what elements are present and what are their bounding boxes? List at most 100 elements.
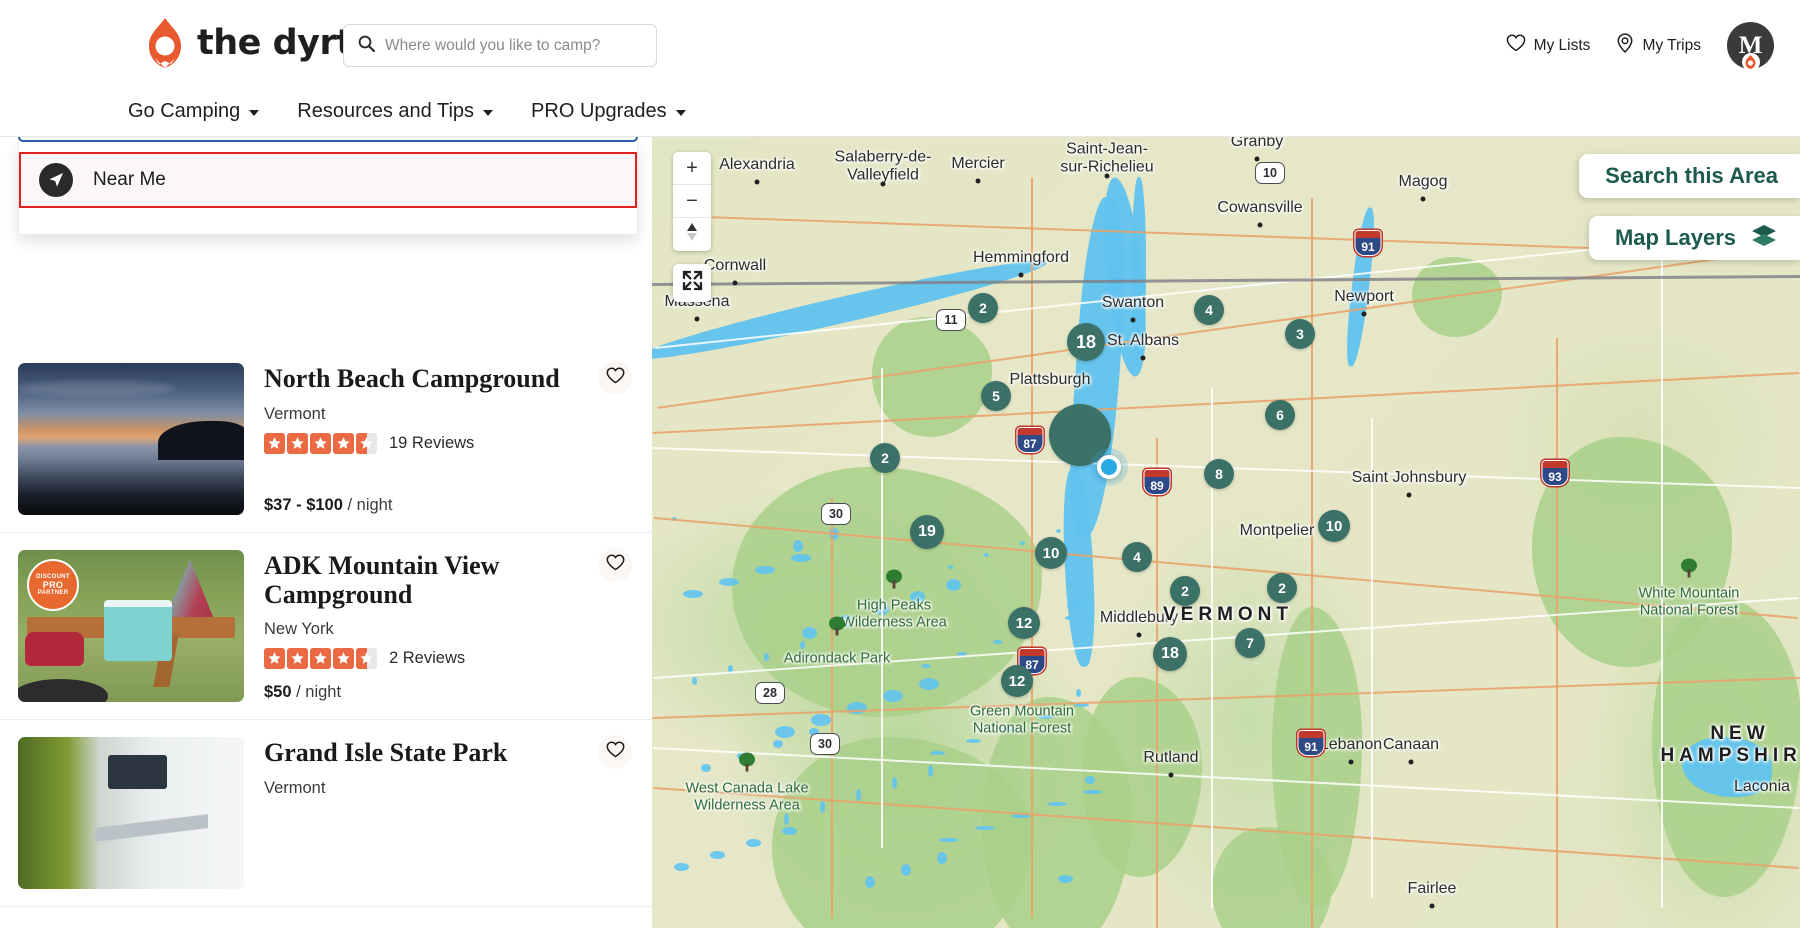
map-city-dot [975,178,981,184]
map-cluster-marker-2[interactable]: 2 [1170,576,1200,606]
my-lists-link[interactable]: My Lists [1506,34,1590,57]
small-lake-50 [802,627,817,639]
small-lake-31 [719,578,739,586]
road-orange-v-2 [1311,198,1313,928]
map-cluster-marker-3[interactable]: 3 [1285,319,1315,349]
map-cluster-marker-10[interactable]: 10 [1318,510,1350,542]
favorite-button[interactable] [598,361,632,395]
small-lake-48 [948,565,953,569]
campground-title[interactable]: ADK Mountain View Campground [264,551,632,609]
star-icon [264,432,285,454]
map-layers-button[interactable]: Map Layers [1588,216,1800,260]
zoom-in-button[interactable]: + [673,152,711,185]
search-this-area-button[interactable]: Search this Area [1579,154,1800,198]
user-avatar[interactable]: M [1727,22,1774,71]
favorite-button[interactable] [598,735,632,769]
route-number: 93 [1548,469,1562,484]
star-icon [287,432,308,454]
small-lake-10 [782,827,797,835]
nav-pro-upgrades[interactable]: PRO Upgrades [531,100,686,123]
map-cluster-marker-2[interactable]: 2 [1267,573,1297,603]
campground-thumbnail [18,363,244,515]
map-city-dot [1406,492,1412,498]
route-shield-10: 10 [1255,162,1285,184]
price-amount: $50 [264,683,292,701]
road-white-v-0 [881,368,883,848]
map-cluster-marker-12[interactable]: 12 [1001,665,1033,697]
map-cluster-marker-18[interactable]: 18 [1067,323,1105,361]
price-amount: $37 - $100 [264,496,343,514]
cluster-count: 8 [1215,466,1223,482]
map-cluster-marker-4[interactable]: 4 [1194,295,1224,325]
map-city-dot [1361,311,1367,317]
header-search-box[interactable] [343,24,657,67]
small-lake-2 [946,579,961,591]
chevron-down-icon [249,109,260,116]
cluster-count: 2 [979,300,987,316]
star-icon [287,648,308,670]
small-lake-44 [820,801,825,813]
map-cluster-marker-7[interactable]: 7 [1235,628,1265,658]
my-trips-link[interactable]: My Trips [1616,33,1701,58]
map-cluster-marker-2[interactable]: 2 [870,443,900,473]
cluster-count: 18 [1075,331,1097,352]
route-number: 89 [1150,478,1164,493]
small-lake-11 [919,678,939,690]
cluster-count: 3 [1296,326,1304,342]
fullscreen-button[interactable] [673,264,711,302]
campground-card[interactable]: Grand Isle State Park Vermont [0,720,652,907]
map-city-dot [1257,222,1263,228]
campground-results-list: North Beach Campground Vermont 19 Reviews $… [0,346,652,907]
user-location-dot[interactable] [1097,455,1121,479]
campground-card[interactable]: DISCOUNT PRO PARTNER ADK Mountain View Camp… [0,533,652,720]
small-lake-43 [683,590,703,598]
cluster-count: 2 [881,450,889,466]
compass-button[interactable] [673,218,711,251]
favorite-button[interactable] [598,548,632,582]
road-orange-v-1 [1156,438,1158,928]
star-icon [310,432,331,454]
star-icon [356,648,377,670]
suggestion-near-me[interactable]: Near Me [19,152,637,208]
small-lake-34 [710,851,725,859]
nav-go-camping[interactable]: Go Camping [128,100,260,123]
road-white-v-2 [1371,418,1373,898]
map-cluster-marker-18[interactable]: 18 [1153,637,1187,671]
star-rating [264,648,377,670]
map-cluster-marker-5[interactable]: 5 [981,381,1011,411]
map-cluster-marker-19[interactable]: 19 [910,515,944,549]
small-lake-33 [993,640,1003,644]
map-city-dot [1254,156,1260,162]
review-count: 19 Reviews [389,433,475,452]
search-icon [358,35,376,57]
route-number: 30 [818,737,832,751]
map-cluster-marker-8[interactable]: 8 [1204,459,1234,489]
header-search-input[interactable] [385,36,642,55]
nav-resources-and-tips[interactable]: Resources and Tips [297,99,494,123]
small-lake-46 [674,863,689,871]
campground-card-body: North Beach Campground Vermont 19 Reviews $… [264,361,632,515]
map-cluster-marker-6[interactable]: 6 [1265,400,1295,430]
campground-title[interactable]: Grand Isle State Park [264,738,632,768]
small-lake-59 [775,726,795,738]
map-cluster-marker-10[interactable]: 10 [1035,537,1067,569]
nav-resources-label: Resources and Tips [297,99,475,122]
small-lake-49 [1085,776,1095,784]
map-city-dot [694,316,700,322]
small-lake-12 [1056,529,1061,533]
campground-card[interactable]: North Beach Campground Vermont 19 Reviews $… [0,346,652,533]
map-zoom-controls: + − [673,152,711,251]
campground-title[interactable]: North Beach Campground [264,364,632,394]
cooler-shape [103,600,172,661]
cluster-count: 5 [992,388,1000,404]
map-cluster-marker-4[interactable]: 4 [1122,542,1152,572]
brand-logo[interactable]: the dyrt [143,18,353,68]
navigation-arrow-icon [39,163,73,197]
map-cluster-marker-2[interactable]: 2 [968,293,998,323]
map-view[interactable]: Alexandria Salaberry-de- Valleyfield Mercie… [652,137,1800,928]
small-lake-8 [928,765,933,777]
map-cluster-marker-12[interactable]: 12 [1008,607,1040,639]
small-lake-42 [966,739,981,743]
layers-icon [1750,223,1778,253]
zoom-out-button[interactable]: − [673,185,711,218]
